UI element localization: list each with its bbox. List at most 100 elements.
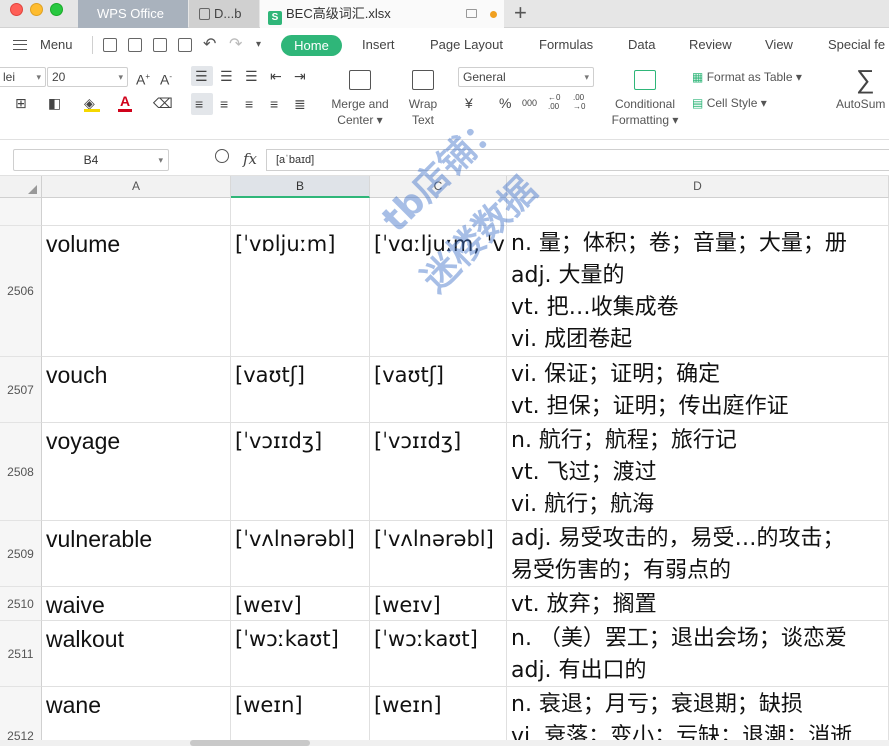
- column-header-d[interactable]: D: [507, 176, 889, 198]
- decrease-indent-icon[interactable]: ⇤: [270, 68, 282, 84]
- cell-definition[interactable]: n. （美）罢工；退出会场；谈恋爱 adj. 有出口的: [507, 621, 889, 687]
- align-center-icon[interactable]: ≡: [220, 96, 228, 112]
- close-window-button[interactable]: [10, 3, 23, 16]
- borders-icon[interactable]: ⊞: [15, 95, 27, 111]
- cell-definition[interactable]: n. 航行；航程；旅行记 vt. 飞过；渡过 vi. 航行；航海: [507, 423, 889, 521]
- cell-phonetic-us[interactable]: [weɪn]: [370, 687, 507, 746]
- export-icon[interactable]: [128, 38, 142, 52]
- tab-wps-office[interactable]: WPS Office: [78, 0, 188, 28]
- scrollbar-thumb[interactable]: [190, 740, 310, 746]
- column-header-b[interactable]: B: [231, 176, 370, 198]
- decrease-decimal-icon[interactable]: .00 →0: [573, 93, 585, 111]
- cell-word[interactable]: waive: [42, 587, 231, 621]
- cell-definition[interactable]: adj. 易受攻击的，易受…的攻击； 易受伤害的；有弱点的: [507, 521, 889, 587]
- cell-phonetic-uk[interactable]: [ˈwɔːkaʊt]: [231, 621, 370, 687]
- cell-definition[interactable]: vt. 放弃；搁置: [507, 587, 889, 621]
- cell-phonetic-uk[interactable]: [ˈvɒljuːm]: [231, 226, 370, 357]
- align-bottom-icon[interactable]: ☰: [245, 68, 258, 84]
- redo-icon[interactable]: ↷: [229, 34, 242, 54]
- thousands-separator-icon[interactable]: 000: [522, 95, 537, 111]
- percent-icon[interactable]: %: [499, 95, 511, 111]
- maximize-window-button[interactable]: [50, 3, 63, 16]
- cell-definition[interactable]: vi. 保证；证明；确定 vt. 担保；证明；传出庭作证: [507, 357, 889, 423]
- hamburger-icon[interactable]: [13, 40, 27, 50]
- column-header-c[interactable]: C: [370, 176, 507, 198]
- tab-page-layout[interactable]: Page Layout: [430, 37, 503, 52]
- row-header[interactable]: 2508: [0, 423, 42, 521]
- fx-icon[interactable]: fx: [243, 150, 257, 168]
- merge-and-center-icon[interactable]: [349, 70, 371, 90]
- tab-home[interactable]: Home: [281, 35, 342, 56]
- print-icon[interactable]: [153, 38, 167, 52]
- align-top-icon[interactable]: ☰: [195, 68, 208, 84]
- cell-phonetic-uk[interactable]: [ˈvɔɪɪdʒ]: [231, 423, 370, 521]
- align-right-icon[interactable]: ≡: [245, 96, 253, 112]
- increase-decimal-icon[interactable]: ←0.00: [548, 93, 560, 111]
- cell-phonetic-uk[interactable]: [231, 198, 370, 226]
- print-preview-icon[interactable]: [178, 38, 192, 52]
- new-tab-button[interactable]: +: [514, 0, 527, 28]
- align-left-icon[interactable]: ≡: [195, 96, 203, 112]
- cell-phonetic-us[interactable]: [ˈvɔɪɪdʒ]: [370, 423, 507, 521]
- menu-button[interactable]: Menu: [40, 37, 73, 52]
- clear-format-icon[interactable]: ⌫: [153, 95, 173, 111]
- cell-definition[interactable]: [507, 198, 889, 226]
- minimize-window-button[interactable]: [30, 3, 43, 16]
- tab-special-features[interactable]: Special fe: [828, 37, 885, 52]
- align-middle-icon[interactable]: ☰: [220, 68, 233, 84]
- font-name-select[interactable]: lei ▾: [0, 67, 46, 87]
- cell-definition[interactable]: n. 量；体积；卷；音量；大量；册 adj. 大量的 vt. 把…收集成卷 vi. 成…: [507, 226, 889, 357]
- cell-phonetic-us[interactable]: [370, 198, 507, 226]
- row-header[interactable]: 2511: [0, 621, 42, 687]
- increase-font-size-icon[interactable]: A+: [136, 69, 150, 88]
- decrease-font-size-icon[interactable]: A-: [160, 69, 172, 88]
- wrap-text-button[interactable]: Wrap Text: [400, 96, 446, 128]
- cell-style-button[interactable]: ▤ Cell Style ▾: [692, 95, 802, 111]
- undo-icon[interactable]: ↶: [203, 34, 216, 54]
- sigma-icon[interactable]: ∑: [856, 65, 875, 93]
- chevron-down-icon[interactable]: ▾: [256, 39, 261, 50]
- cell-word[interactable]: [42, 198, 231, 226]
- row-header[interactable]: [0, 198, 42, 226]
- cell-phonetic-uk[interactable]: [weɪv]: [231, 587, 370, 621]
- merge-and-center-button[interactable]: Merge and Center ▾: [324, 96, 396, 128]
- name-box[interactable]: B4 ▾: [13, 149, 169, 171]
- cell-phonetic-us[interactable]: [ˈvɑːljuːm, ˈv: [370, 226, 507, 357]
- increase-indent-icon[interactable]: ⇥: [294, 68, 306, 84]
- screen-icon[interactable]: [466, 9, 477, 18]
- cell-word[interactable]: voyage: [42, 423, 231, 521]
- row-header[interactable]: 2509: [0, 521, 42, 587]
- tab-review[interactable]: Review: [689, 37, 732, 52]
- tab-formulas[interactable]: Formulas: [539, 37, 593, 52]
- tab-document[interactable]: D...b: [189, 0, 259, 28]
- cell-phonetic-uk[interactable]: [ˈvʌlnərəbl]: [231, 521, 370, 587]
- cell-phonetic-us[interactable]: [vaʊtʃ]: [370, 357, 507, 423]
- cell-word[interactable]: vouch: [42, 357, 231, 423]
- row-header[interactable]: 2507: [0, 357, 42, 423]
- format-as-table-button[interactable]: ▦ Format as Table ▾: [692, 69, 824, 85]
- tab-insert[interactable]: Insert: [362, 37, 395, 52]
- formula-input[interactable]: [aˈbaɪd]: [266, 149, 889, 171]
- cell-phonetic-us[interactable]: [ˈwɔːkaʊt]: [370, 621, 507, 687]
- font-size-select[interactable]: 20 ▾: [47, 67, 128, 87]
- conditional-formatting-button[interactable]: Conditional Formatting ▾: [604, 96, 686, 128]
- number-format-select[interactable]: General ▾: [458, 67, 594, 87]
- search-icon[interactable]: [215, 149, 229, 163]
- currency-icon[interactable]: ¥: [465, 95, 473, 111]
- fill-format-icon[interactable]: ◧: [48, 95, 61, 111]
- row-header[interactable]: 2512: [0, 687, 42, 746]
- save-icon[interactable]: [103, 38, 117, 52]
- row-header[interactable]: 2510: [0, 587, 42, 621]
- cell-phonetic-uk[interactable]: [vaʊtʃ]: [231, 357, 370, 423]
- wrap-text-icon[interactable]: [412, 70, 434, 90]
- cell-word[interactable]: walkout: [42, 621, 231, 687]
- tab-spreadsheet[interactable]: S BEC高级词汇.xlsx: [260, 0, 504, 28]
- cell-phonetic-us[interactable]: [ˈvʌlnərəbl]: [370, 521, 507, 587]
- tab-data[interactable]: Data: [628, 37, 655, 52]
- font-color-icon[interactable]: A: [120, 93, 130, 109]
- conditional-formatting-icon[interactable]: [634, 70, 656, 90]
- cell-word[interactable]: vulnerable: [42, 521, 231, 587]
- cell-word[interactable]: volume: [42, 226, 231, 357]
- horizontal-scrollbar[interactable]: [0, 740, 889, 746]
- select-all-corner[interactable]: [0, 176, 42, 198]
